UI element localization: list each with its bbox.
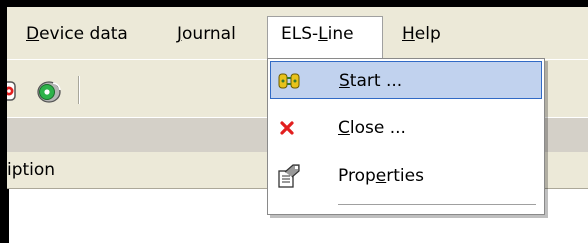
menu-item-close[interactable]: Close ... [270, 109, 542, 147]
menu-help[interactable]: Help [394, 21, 449, 47]
menu-mnemonic: D [26, 24, 40, 44]
menu-els-line[interactable]: ELS-Line [267, 16, 383, 59]
menu-journal[interactable]: Journal [169, 21, 244, 47]
label-mnemonic: e [375, 166, 387, 186]
menu-item-start[interactable]: Start ... [270, 61, 542, 99]
column-header-description[interactable]: iption [7, 152, 55, 188]
connect-plug-icon [278, 70, 300, 92]
toolbar-separator [78, 76, 80, 104]
menu-label-post: ournal [182, 24, 236, 44]
partial-red-device-icon[interactable] [7, 80, 19, 106]
menu-label-post: elp [414, 24, 441, 44]
label-mnemonic: C [338, 118, 350, 138]
menu-item-label: Properties [338, 157, 424, 195]
application-window: Device data Journal ELS-Line Help iption [7, 7, 588, 243]
menu-item-label: Close ... [338, 109, 406, 147]
menu-separator [338, 204, 536, 205]
menu-mnemonic: H [402, 24, 415, 44]
els-line-dropdown-menu: Start ... Close ... Properties [267, 58, 545, 215]
menu-item-label: Start ... [339, 62, 402, 100]
label-post: tart ... [349, 71, 403, 91]
menu-device-data[interactable]: Device data [18, 21, 136, 47]
menu-item-properties[interactable]: Properties [270, 157, 542, 195]
properties-icon [277, 163, 300, 188]
label-mnemonic: S [339, 71, 350, 91]
close-x-icon [277, 117, 299, 139]
label-post: lose ... [349, 118, 406, 138]
menu-label-post: evice data [39, 24, 128, 44]
menu-label-post: ine [327, 24, 354, 44]
menu-mnemonic: L [318, 24, 328, 44]
menu-label-pre: ELS- [281, 24, 319, 44]
menu-bar: Device data Journal ELS-Line Help [7, 7, 588, 59]
label-pre: Prop [338, 166, 376, 186]
green-disc-icon[interactable] [35, 78, 63, 108]
label-post: rties [386, 166, 424, 186]
